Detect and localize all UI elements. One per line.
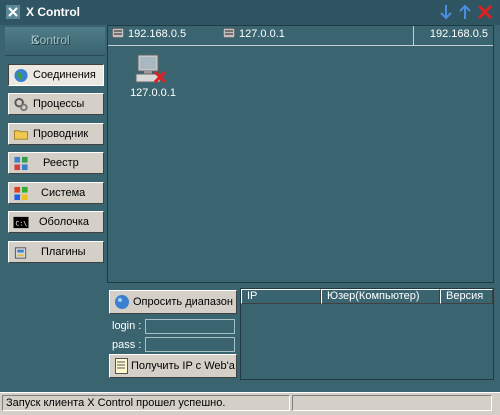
computer-item[interactable]: 127.0.0.1 — [122, 53, 182, 103]
logo-text: Control — [31, 33, 70, 47]
column-version-header[interactable]: Версия — [440, 289, 493, 304]
nav-label: Процессы — [33, 98, 85, 110]
globe-icon — [14, 68, 28, 83]
status-extra-cell — [292, 395, 492, 411]
status-message: Запуск клиента X Control прошел успешно. — [6, 397, 226, 409]
column-ip-header[interactable]: IP — [241, 289, 321, 304]
svg-text:C:\: C:\ — [15, 219, 27, 227]
arrow-down-icon[interactable] — [437, 3, 455, 21]
scan-range-button[interactable]: Опросить диапазон — [109, 290, 237, 314]
sidebar: X Control Соединения Процессы Проводник — [4, 27, 106, 379]
login-field[interactable] — [145, 319, 235, 334]
window-title: X Control — [26, 5, 80, 19]
nav-processes-button[interactable]: Процессы — [8, 93, 104, 115]
registry-icon — [14, 156, 28, 171]
host-tab-label: 192.168.0.5 — [128, 28, 187, 40]
nav-label: Плагины — [41, 246, 86, 258]
nav-label: Система — [41, 187, 86, 199]
login-label: login : — [112, 320, 142, 332]
current-host: 192.168.0.5 — [413, 26, 494, 45]
computer-label: 127.0.0.1 — [130, 87, 176, 99]
nav-label: Реестр — [43, 157, 79, 169]
pass-label: pass : — [112, 339, 142, 351]
get-ip-from-web-button[interactable]: Получить IP с Web'а — [109, 354, 237, 378]
nav-shell-button[interactable]: C:\ Оболочка — [8, 211, 104, 233]
get-ip-from-web-label: Получить IP с Web'а — [131, 360, 235, 372]
plugins-icon — [14, 247, 27, 259]
scan-range-label: Опросить диапазон — [133, 296, 233, 308]
nav-label: Проводник — [33, 128, 89, 140]
scan-globe-icon — [115, 295, 129, 309]
password-field[interactable] — [145, 337, 235, 352]
nav-label: Соединения — [33, 69, 96, 81]
close-icon[interactable] — [476, 3, 494, 21]
gears-icon — [14, 97, 28, 112]
computers-panel: 192.168.0.5 127.0.0.1 192.168.0.5 127.0.… — [107, 25, 494, 283]
app-x-icon — [6, 5, 20, 19]
hosts-table: IP Юзер(Компьютер) Версия — [240, 288, 494, 380]
console-icon: C:\ — [13, 216, 29, 229]
server-icon — [112, 28, 124, 38]
arrow-up-icon[interactable] — [456, 3, 474, 21]
title-bar[interactable]: X Control — [0, 0, 500, 25]
logo: X Control — [5, 27, 105, 56]
host-tab[interactable]: 127.0.0.1 — [223, 28, 285, 43]
hosts-bar: 192.168.0.5 127.0.0.1 192.168.0.5 — [108, 26, 493, 46]
web-document-icon — [115, 358, 128, 374]
nav-connections-button[interactable]: Соединения — [8, 64, 104, 86]
scan-panel: Опросить диапазон login : pass : Получит… — [108, 289, 238, 380]
nav-label: Оболочка — [39, 216, 90, 228]
windows-icon — [14, 186, 28, 201]
folder-icon — [13, 130, 29, 140]
nav-registry-button[interactable]: Реестр — [8, 152, 104, 174]
nav-plugins-button[interactable]: Плагины — [8, 241, 104, 263]
host-tab-label: 127.0.0.1 — [239, 28, 285, 40]
server-icon — [223, 28, 235, 38]
nav-system-button[interactable]: Система — [8, 182, 104, 204]
host-tab[interactable]: 192.168.0.5 — [112, 28, 186, 43]
column-user-header[interactable]: Юзер(Компьютер) — [321, 289, 440, 304]
computer-disconnected-icon — [135, 54, 167, 84]
status-message-cell: Запуск клиента X Control прошел успешно. — [2, 395, 290, 411]
nav-explorer-button[interactable]: Проводник — [8, 123, 104, 145]
status-bar: Запуск клиента X Control прошел успешно. — [0, 392, 500, 415]
current-host-label: 192.168.0.5 — [429, 28, 488, 40]
table-header: IP Юзер(Компьютер) Версия — [241, 289, 493, 304]
app-window: X Control X Control Соединения Процессы — [0, 0, 500, 415]
